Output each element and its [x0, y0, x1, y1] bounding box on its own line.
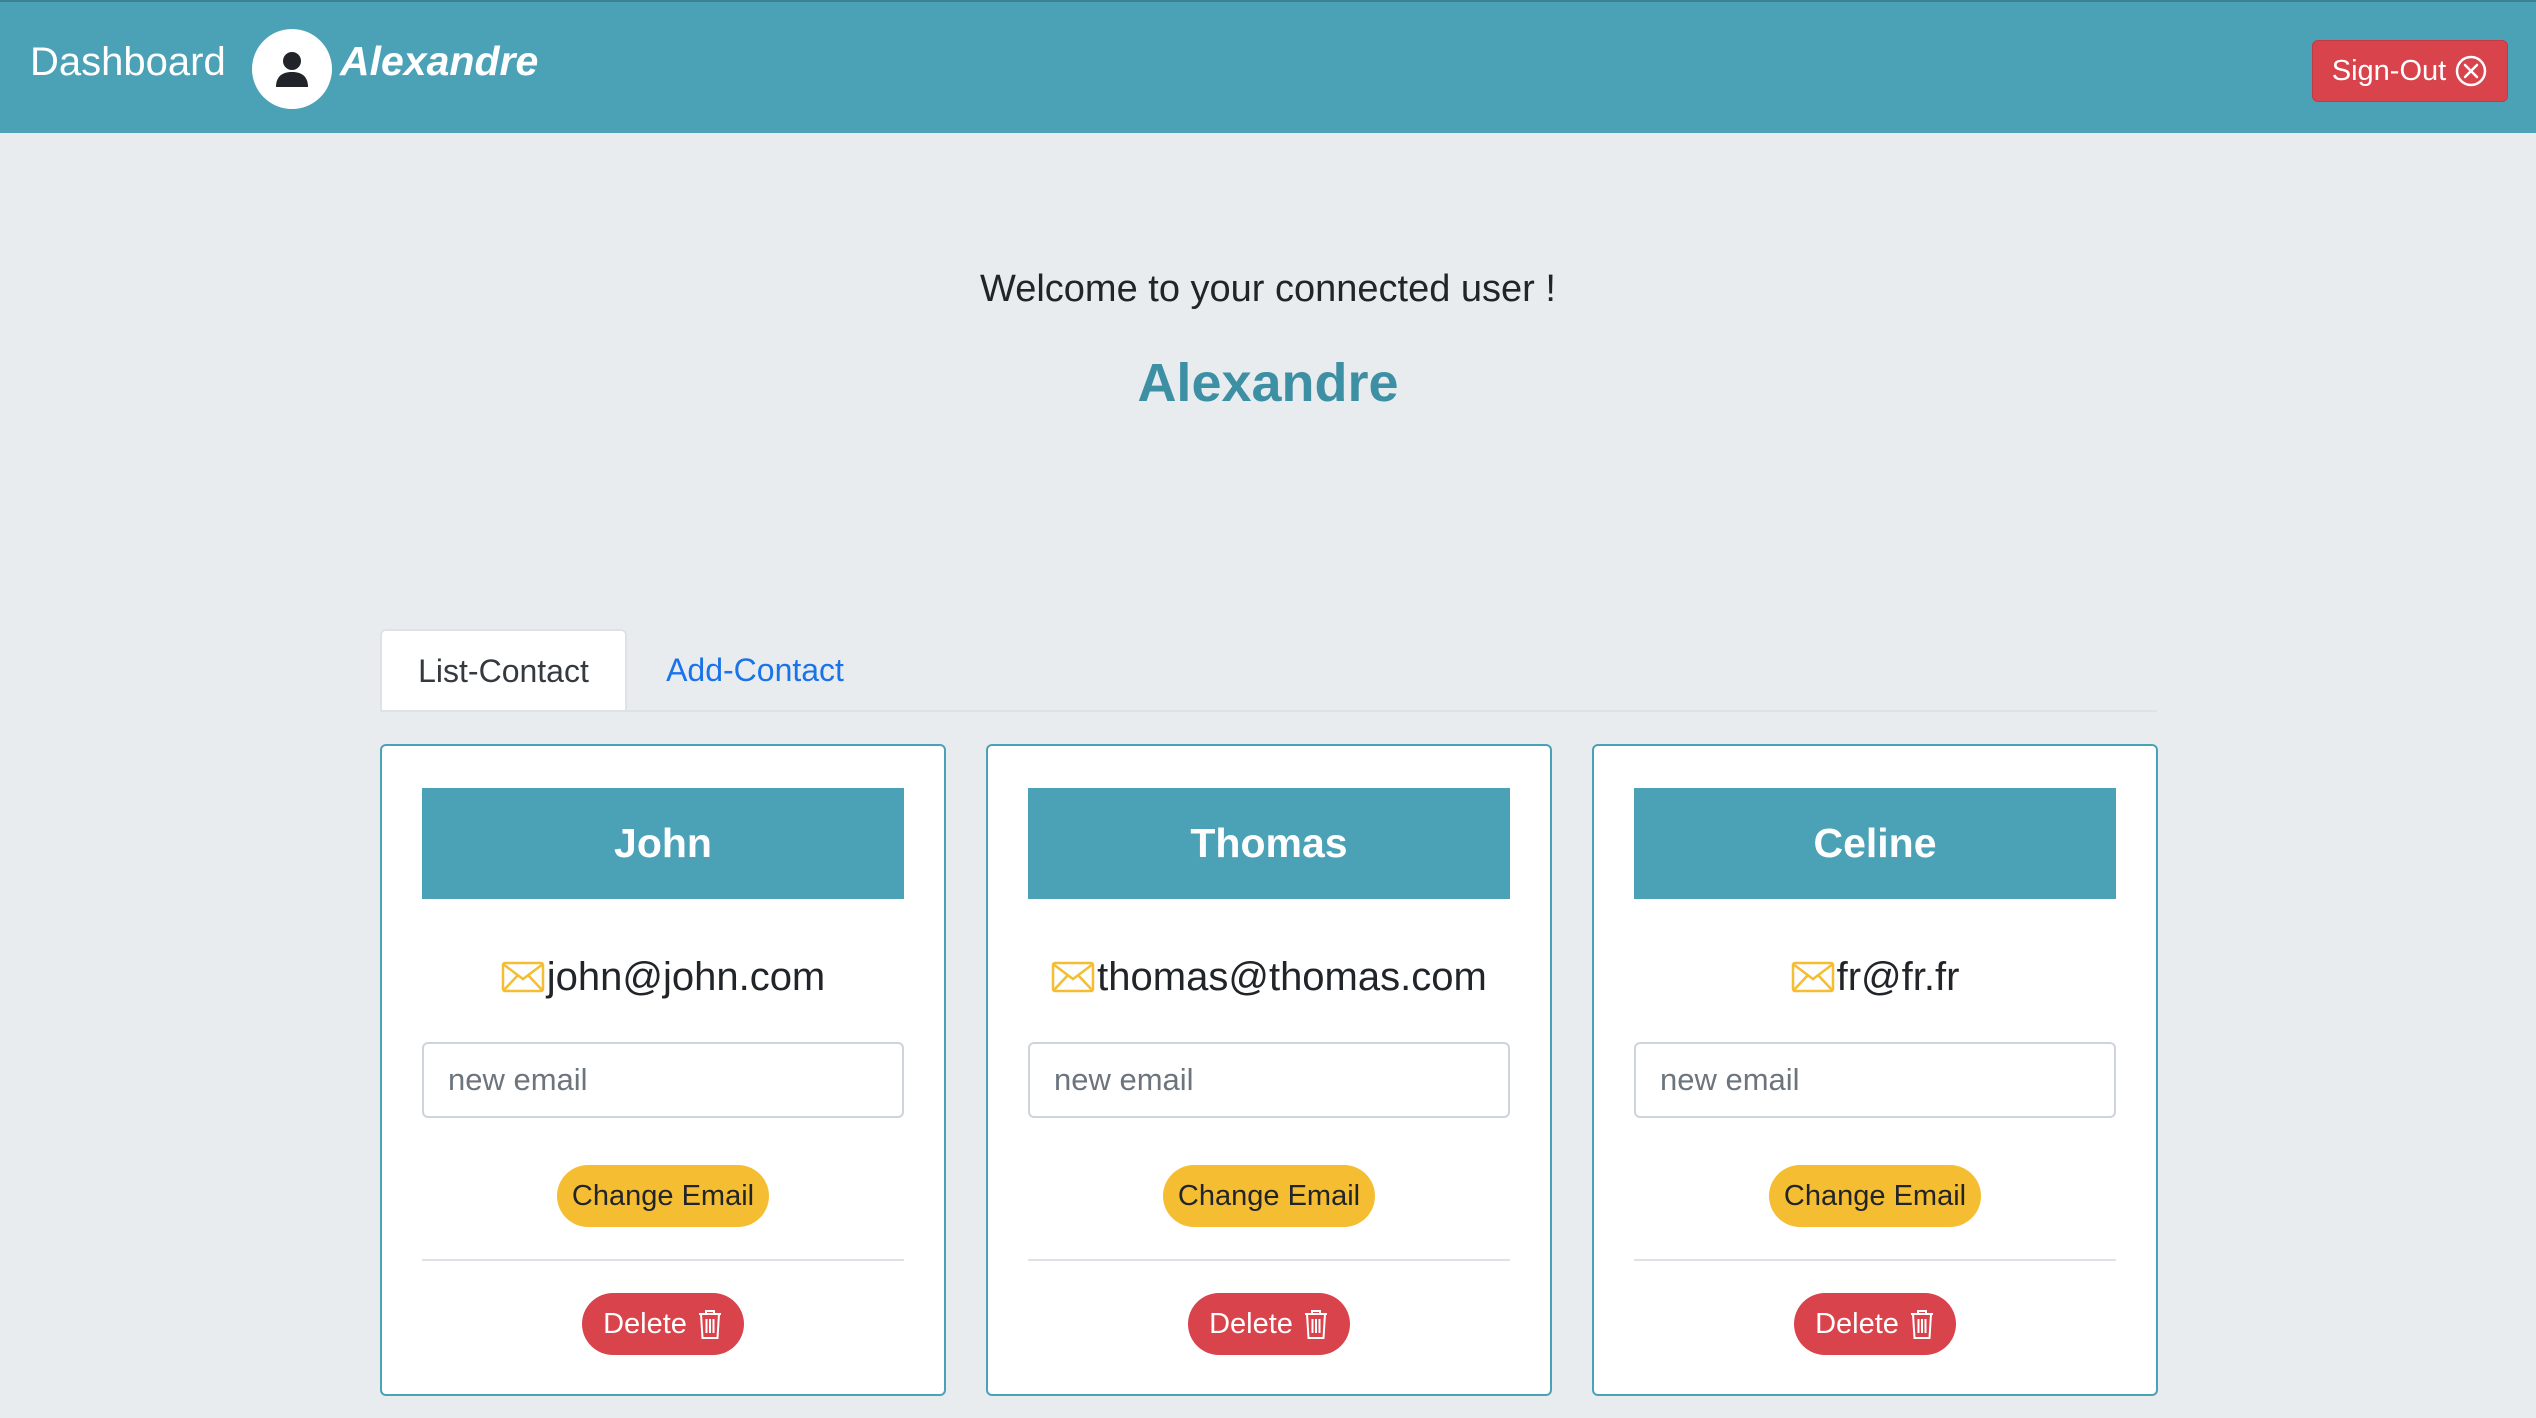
delete-button[interactable]: Delete: [582, 1293, 744, 1355]
delete-button[interactable]: Delete: [1188, 1293, 1350, 1355]
new-email-input[interactable]: [1634, 1042, 2116, 1118]
contact-name: Thomas: [1028, 788, 1510, 899]
contact-email-row: john@john.com: [382, 952, 944, 1002]
welcome-message: Welcome to your connected user !: [980, 268, 1556, 310]
contact-name: Celine: [1634, 788, 2116, 899]
change-email-button[interactable]: Change Email: [1163, 1165, 1375, 1227]
delete-button[interactable]: Delete: [1794, 1293, 1956, 1355]
trash-icon: [1909, 1308, 1935, 1340]
contact-card: Thomas thomas@thomas.com Change Email De…: [986, 744, 1552, 1396]
user-avatar-icon: [252, 29, 332, 109]
navbar: Dashboard Alexandre Sign-Out: [0, 0, 2536, 133]
change-email-button[interactable]: Change Email: [557, 1165, 769, 1227]
contact-email: john@john.com: [546, 954, 826, 999]
contact-email-row: fr@fr.fr: [1594, 952, 2156, 1002]
contact-email: thomas@thomas.com: [1097, 954, 1487, 999]
card-divider: [1634, 1259, 2116, 1261]
signout-label: Sign-Out: [2331, 54, 2447, 87]
contact-email: fr@fr.fr: [1836, 954, 1960, 999]
new-email-input[interactable]: [1028, 1042, 1510, 1118]
trash-icon: [697, 1308, 723, 1340]
card-divider: [1028, 1259, 1510, 1261]
delete-label: Delete: [1815, 1307, 1899, 1340]
tab-add-contact[interactable]: Add-Contact: [640, 629, 870, 711]
welcome-username: Alexandre: [1137, 353, 1399, 413]
contact-card: Celine fr@fr.fr Change Email Delete: [1592, 744, 2158, 1396]
envelope-icon: [1791, 961, 1835, 993]
delete-label: Delete: [1209, 1307, 1293, 1340]
tabs-divider: [380, 710, 2157, 712]
tab-list-contact[interactable]: List-Contact: [380, 629, 627, 711]
trash-icon: [1303, 1308, 1329, 1340]
navbar-username: Alexandre: [340, 38, 539, 84]
envelope-icon: [501, 961, 545, 993]
signout-button[interactable]: Sign-Out: [2312, 40, 2508, 102]
card-divider: [422, 1259, 904, 1261]
new-email-input[interactable]: [422, 1042, 904, 1118]
envelope-icon: [1051, 961, 1095, 993]
contact-card: John john@john.com Change Email Delete: [380, 744, 946, 1396]
change-email-button[interactable]: Change Email: [1769, 1165, 1981, 1227]
navbar-brand[interactable]: Dashboard: [30, 40, 226, 85]
contact-name: John: [422, 788, 904, 899]
contact-email-row: thomas@thomas.com: [988, 952, 1550, 1002]
close-circle-icon: [2454, 54, 2488, 88]
delete-label: Delete: [603, 1307, 687, 1340]
